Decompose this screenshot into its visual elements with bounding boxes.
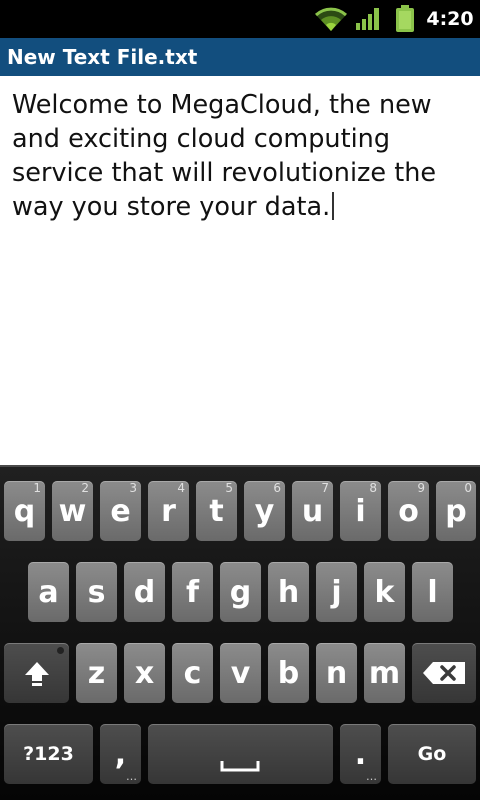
key-v[interactable]: v (220, 643, 261, 703)
key-f[interactable]: f (172, 562, 213, 622)
key-u[interactable]: 7 u (292, 481, 333, 541)
wifi-icon (314, 7, 348, 31)
status-bar: 4:20 (0, 0, 480, 38)
key-label: w (58, 493, 87, 529)
key-label: d (133, 574, 156, 610)
status-clock: 4:20 (426, 8, 474, 30)
key-label: e (110, 493, 131, 529)
key-label: r (161, 493, 176, 529)
key-i[interactable]: 8 i (340, 481, 381, 541)
key-label: k (374, 574, 395, 610)
backspace-key[interactable] (412, 643, 476, 703)
key-x[interactable]: x (124, 643, 165, 703)
key-label: j (331, 574, 342, 610)
comma-key[interactable]: , … (100, 724, 141, 784)
key-label: l (427, 574, 438, 610)
key-b[interactable]: b (268, 643, 309, 703)
editor-text[interactable]: Welcome to MegaCloud, the new and exciti… (12, 90, 436, 222)
key-label: p (445, 493, 467, 529)
key-label: o (398, 493, 419, 529)
signal-icon (356, 8, 379, 30)
key-a[interactable]: a (28, 562, 69, 622)
shift-key[interactable] (4, 643, 69, 703)
key-g[interactable]: g (220, 562, 261, 622)
key-h[interactable]: h (268, 562, 309, 622)
file-title: New Text File.txt (7, 45, 198, 69)
key-label: q (13, 493, 36, 529)
key-q[interactable]: 1 q (4, 481, 45, 541)
key-c[interactable]: c (172, 643, 213, 703)
title-bar: New Text File.txt (0, 38, 480, 76)
key-p[interactable]: 0 p (436, 481, 476, 541)
key-label: Go (417, 743, 447, 765)
space-bar-icon (220, 761, 260, 772)
key-j[interactable]: j (316, 562, 357, 622)
key-label: v (230, 655, 251, 691)
key-label: z (87, 655, 106, 691)
caps-lock-indicator (57, 647, 64, 654)
editor-text-wrapper[interactable]: Welcome to MegaCloud, the new and exciti… (12, 88, 470, 224)
key-n[interactable]: n (316, 643, 357, 703)
symbols-key[interactable]: ?123 (4, 724, 93, 784)
battery-icon (396, 5, 414, 32)
key-label: c (183, 655, 202, 691)
backspace-icon (423, 662, 465, 684)
key-label: ?123 (23, 743, 74, 765)
key-t[interactable]: 5 t (196, 481, 237, 541)
space-key[interactable] (148, 724, 333, 784)
key-l[interactable]: l (412, 562, 453, 622)
more-keys-hint: … (366, 770, 377, 783)
key-k[interactable]: k (364, 562, 405, 622)
more-keys-hint: … (126, 770, 137, 783)
key-o[interactable]: 9 o (388, 481, 429, 541)
text-cursor (332, 192, 334, 220)
key-label: x (134, 655, 155, 691)
soft-keyboard: 1 q 2 w 3 e 4 r 5 t 6 y 7 u 8 i 9 o 0 p … (0, 465, 480, 800)
key-d[interactable]: d (124, 562, 165, 622)
key-label: s (87, 574, 106, 610)
key-label: t (209, 493, 224, 529)
key-z[interactable]: z (76, 643, 117, 703)
key-label: g (229, 574, 252, 610)
key-label: u (301, 493, 324, 529)
key-label: y (254, 493, 275, 529)
key-label: h (277, 574, 300, 610)
key-e[interactable]: 3 e (100, 481, 141, 541)
text-editor[interactable]: Welcome to MegaCloud, the new and exciti… (0, 76, 480, 465)
key-label: f (185, 574, 200, 610)
key-label: m (368, 655, 401, 691)
key-label: b (277, 655, 300, 691)
key-m[interactable]: m (364, 643, 405, 703)
key-s[interactable]: s (76, 562, 117, 622)
key-r[interactable]: 4 r (148, 481, 189, 541)
key-y[interactable]: 6 y (244, 481, 285, 541)
key-w[interactable]: 2 w (52, 481, 93, 541)
key-label: a (38, 574, 59, 610)
key-label: n (325, 655, 348, 691)
period-key[interactable]: . … (340, 724, 381, 784)
shift-icon (25, 662, 49, 686)
key-label: i (355, 493, 366, 529)
go-key[interactable]: Go (388, 724, 476, 784)
